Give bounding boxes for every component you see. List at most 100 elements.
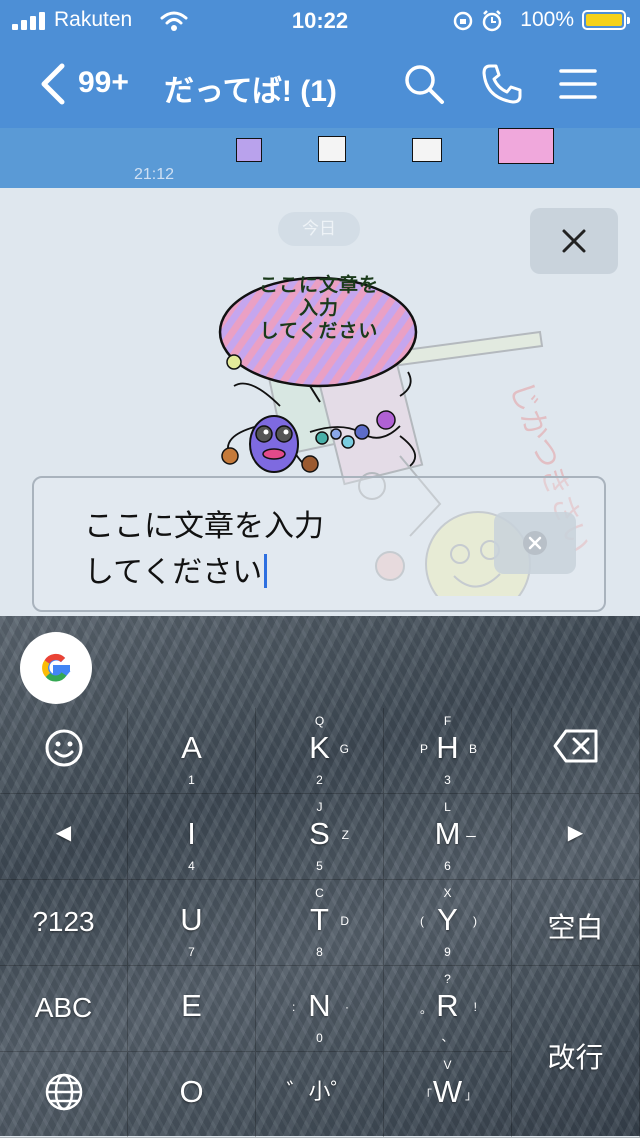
rotation-lock-and-alarm-icons (453, 10, 502, 32)
key-Y[interactable]: Y X 9 () (384, 880, 512, 966)
sticker-text-input[interactable]: ここに文章を入力 してください (32, 476, 606, 612)
key-改行[interactable]: 改行 (512, 966, 640, 1138)
key-label: ?123 (32, 906, 95, 937)
key-E[interactable]: E (128, 966, 256, 1052)
key-label: A (181, 730, 202, 765)
key-hint-left: 。 (420, 1002, 433, 1016)
key-◀[interactable]: ◀ (0, 794, 128, 880)
key-hint-up: J (316, 800, 323, 814)
key-emoji[interactable] (0, 708, 128, 794)
phone-icon[interactable] (480, 62, 524, 106)
key-hint-left: : (292, 1000, 296, 1014)
key-label: O (179, 1074, 204, 1109)
key-hint-up: L (444, 800, 451, 814)
google-button[interactable] (20, 632, 92, 704)
key-hint-right: G (339, 742, 349, 756)
sticker-fragment[interactable] (498, 128, 554, 164)
key-▶[interactable]: ▶ (512, 794, 640, 880)
chat-header: 99+ だってば! (1) (0, 40, 640, 128)
key-label: K (309, 730, 330, 765)
key-backspace[interactable] (512, 708, 640, 794)
key-hint-down: 8 (316, 945, 323, 959)
globe-icon (0, 1072, 127, 1119)
menu-icon[interactable] (556, 62, 600, 106)
key-label: M (434, 816, 461, 851)
emoji-icon (0, 728, 127, 775)
sticker-text-content: ここに文章を入力 してください (84, 510, 324, 589)
sticker-text-value[interactable]: ここに文章を入力 してください (84, 504, 384, 596)
sticker-caption: ここに文章を 入力 してください (258, 275, 379, 342)
key-hint-right: ! (473, 1000, 477, 1014)
key-hint-right: Z (341, 828, 349, 842)
gboard-keyboard: A 1 K Q 2 G H F 3 P B ◀ I 4 S J 5 Z M L 6 ー ▶ ?123 U 7 T C 8 D Y X 9() 空白… (0, 616, 640, 1138)
battery-icon (582, 10, 630, 30)
key-I[interactable]: I4 (128, 794, 256, 880)
key-?123[interactable]: ?123 (0, 880, 128, 966)
key-label: ◀ (55, 822, 72, 844)
key-hint-up: ? (444, 972, 451, 986)
key-M[interactable]: ML 6 ー (384, 794, 512, 880)
key-hint-up: F (443, 714, 452, 728)
key-label: ABC (34, 992, 93, 1023)
key-hint-right: · (345, 1000, 349, 1014)
clear-icon (523, 531, 547, 555)
key-hint-right: B (468, 742, 477, 756)
key-R[interactable]: R? 、。! (384, 966, 512, 1052)
key-hint-down: 4 (188, 859, 195, 873)
key-hint-down: 5 (316, 859, 323, 873)
key-label: S (309, 816, 330, 851)
key-A[interactable]: A1 (128, 708, 256, 794)
key-hint-right: D (340, 914, 349, 928)
key-hint-right: ー (464, 830, 477, 844)
key-hint-down: 1 (188, 773, 195, 787)
key-globe[interactable] (0, 1052, 128, 1138)
clear-text-button[interactable] (494, 512, 576, 574)
key-T[interactable]: TC 8 D (256, 880, 384, 966)
key-hint-left: 「 (420, 1088, 433, 1102)
key-S[interactable]: SJ 5 Z (256, 794, 384, 880)
key-hint-down: 6 (444, 859, 451, 873)
key-W[interactable]: W V 「 」 (384, 1052, 512, 1138)
key-O[interactable]: O (128, 1052, 256, 1138)
key-hint-down: 3 (444, 773, 451, 787)
key-hint-up: Q (314, 714, 325, 728)
key-hint-up: X (443, 886, 452, 900)
google-g-icon (42, 653, 71, 682)
backspace-icon (512, 728, 639, 771)
key-hint-left: ( (420, 914, 424, 928)
key-空白[interactable]: 空白 (512, 880, 640, 966)
key-hint-right: 」 (464, 1088, 477, 1102)
key-H[interactable]: HF 3 P B (384, 708, 512, 794)
key-hint-left: P (420, 742, 429, 756)
key-hint-right: ) (473, 914, 477, 928)
sticker-fragment (412, 138, 442, 162)
key-label: H (436, 730, 459, 765)
key-label: E (181, 988, 202, 1023)
key-label: ゛小゜ (286, 1079, 353, 1104)
key-label: Y (437, 902, 458, 937)
back-chevron-icon[interactable] (38, 62, 68, 106)
key-label: 改行 (547, 1042, 604, 1073)
search-icon[interactable] (402, 62, 446, 106)
chat-title[interactable]: だってば! (1) (164, 66, 337, 110)
custom-sticker-editor: 今日 じかつきさい ここに文章を 入力 してください ここに文章を入力 してくだ… (0, 188, 640, 616)
key-label: W (432, 1074, 463, 1109)
key-hint-down: 7 (188, 945, 195, 959)
key-゛小゜[interactable]: ゛小゜ (256, 1052, 384, 1138)
key-U[interactable]: U7 (128, 880, 256, 966)
key-hint-down: 0 (316, 1031, 323, 1045)
sticker-fragment (318, 136, 346, 162)
sticker-fragment (236, 138, 262, 162)
key-K[interactable]: KQ 2 G (256, 708, 384, 794)
key-label: U (180, 902, 203, 937)
key-ABC[interactable]: ABC (0, 966, 128, 1052)
key-hint-down: 、 (441, 1030, 454, 1044)
key-label: R (436, 988, 459, 1023)
key-hint-down: 2 (316, 773, 323, 787)
unread-count[interactable]: 99+ (78, 66, 129, 100)
chat-message-area: 21:12 (0, 128, 640, 188)
text-caret (264, 554, 268, 588)
key-hint-down: 9 (444, 945, 451, 959)
key-N[interactable]: N 0: · (256, 966, 384, 1052)
key-label: 空白 (547, 912, 604, 943)
